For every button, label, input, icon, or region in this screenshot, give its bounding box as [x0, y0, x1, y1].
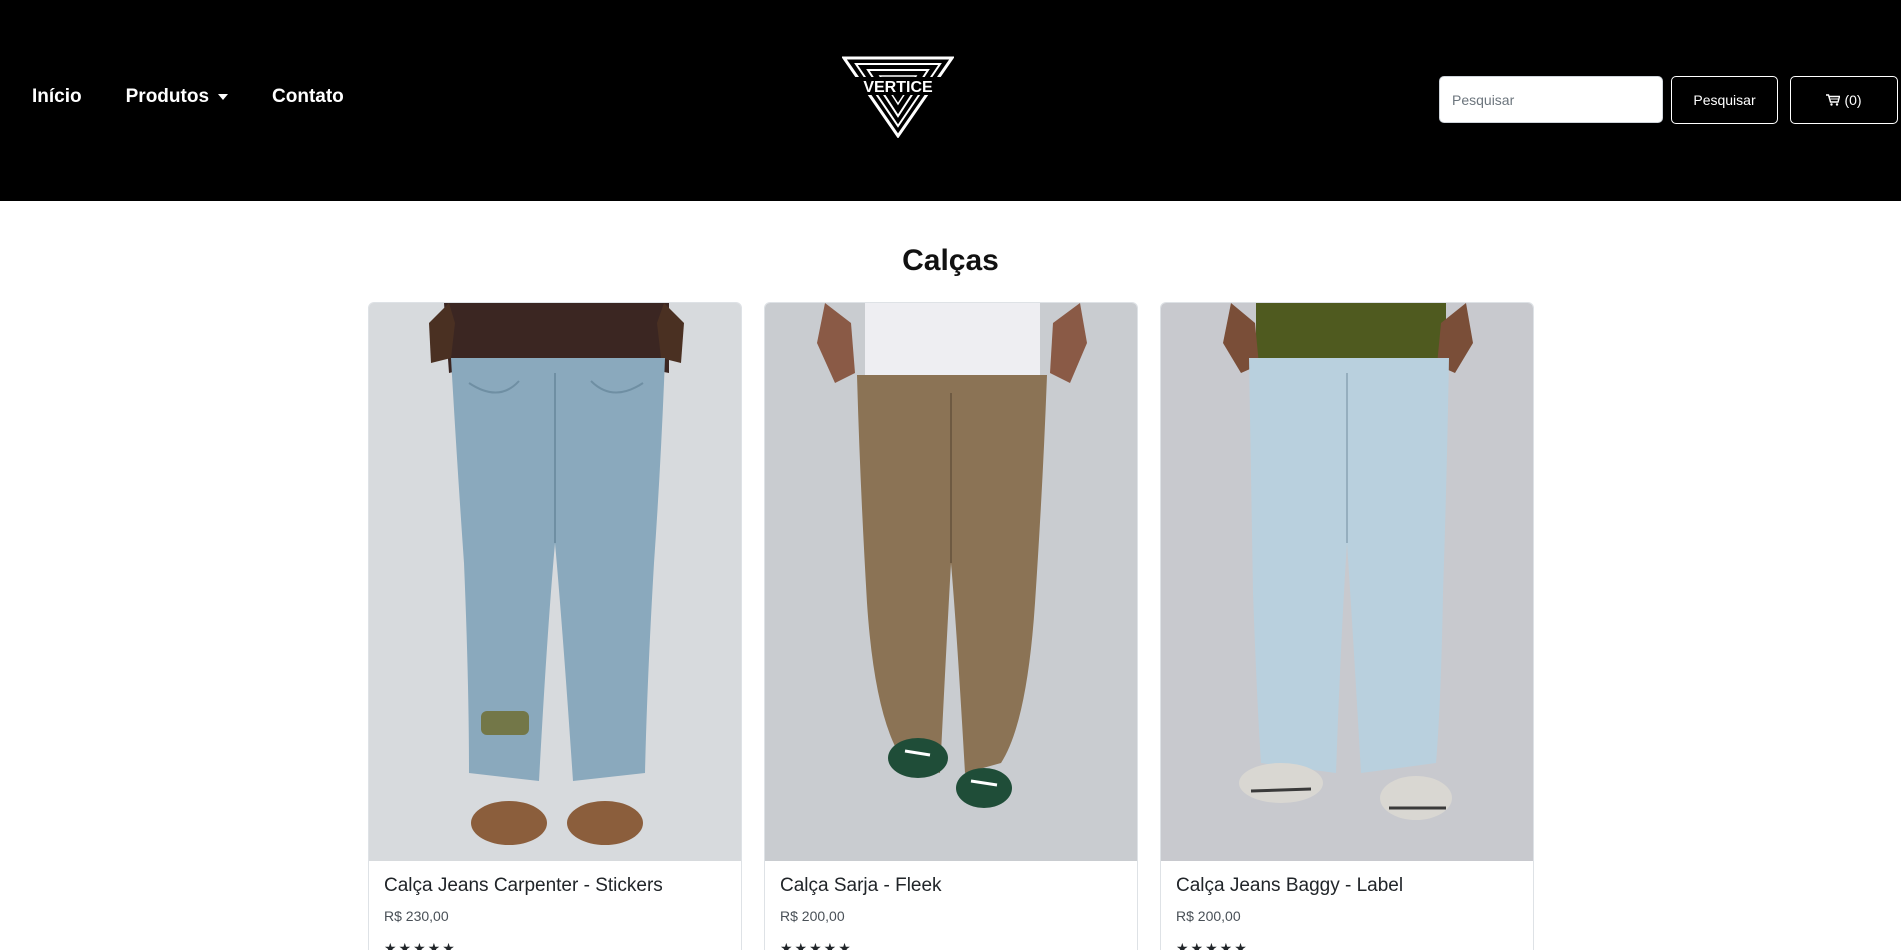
- search-button-label: Pesquisar: [1693, 92, 1756, 108]
- product-price: R$ 200,00: [1176, 908, 1241, 924]
- nav-link-inicio-label: Início: [32, 86, 82, 107]
- product-card[interactable]: Calça Jeans Carpenter - Stickers R$ 230,…: [368, 302, 742, 950]
- product-name[interactable]: Calça Jeans Carpenter - Stickers: [384, 875, 726, 897]
- product-image[interactable]: [369, 303, 741, 861]
- product-price: R$ 200,00: [780, 908, 845, 924]
- nav-link-inicio[interactable]: Início: [32, 86, 82, 108]
- navbar: Início Produtos Contato VERTICE Pesquisa…: [0, 0, 1901, 201]
- product-name[interactable]: Calça Sarja - Fleek: [780, 875, 1122, 897]
- product-card-body: Calça Jeans Baggy - Label R$ 200,00 ★★★★…: [1161, 861, 1533, 950]
- search-input[interactable]: [1439, 76, 1663, 123]
- logo-text: VERTICE: [863, 79, 933, 96]
- product-card[interactable]: Calça Jeans Baggy - Label R$ 200,00 ★★★★…: [1160, 302, 1534, 950]
- product-card[interactable]: Calça Sarja - Fleek R$ 200,00 ★★★★★: [764, 302, 1138, 950]
- nav-dropdown-produtos[interactable]: Produtos: [125, 86, 229, 108]
- product-image[interactable]: [1161, 303, 1533, 861]
- cart-icon: [1826, 94, 1841, 106]
- product-price: R$ 230,00: [384, 908, 449, 924]
- caret-down-icon: [218, 94, 229, 100]
- product-image[interactable]: [765, 303, 1137, 861]
- cart-count: (0): [1844, 92, 1862, 108]
- product-name[interactable]: Calça Jeans Baggy - Label: [1176, 875, 1518, 897]
- section-title: Calças: [902, 244, 999, 277]
- triangle-logo-icon: VERTICE: [841, 56, 955, 139]
- product-card-body: Calça Jeans Carpenter - Stickers R$ 230,…: [369, 861, 741, 950]
- rating-stars-icon: ★★★★★: [780, 940, 853, 950]
- nav-link-produtos-label: Produtos: [125, 86, 210, 107]
- search-form: Pesquisar (0): [1439, 76, 1898, 124]
- rating-stars-icon: ★★★★★: [384, 940, 457, 950]
- main-nav: Início Produtos Contato: [32, 86, 388, 108]
- product-card-body: Calça Sarja - Fleek R$ 200,00 ★★★★★: [765, 861, 1137, 950]
- nav-link-contato-label: Contato: [272, 86, 344, 107]
- search-button[interactable]: Pesquisar: [1671, 76, 1778, 124]
- nav-link-contato[interactable]: Contato: [272, 86, 344, 108]
- rating-stars-icon: ★★★★★: [1176, 940, 1249, 950]
- product-grid: Calça Jeans Carpenter - Stickers R$ 230,…: [368, 302, 1556, 950]
- brand-logo[interactable]: VERTICE: [841, 56, 955, 139]
- cart-button[interactable]: (0): [1790, 76, 1898, 124]
